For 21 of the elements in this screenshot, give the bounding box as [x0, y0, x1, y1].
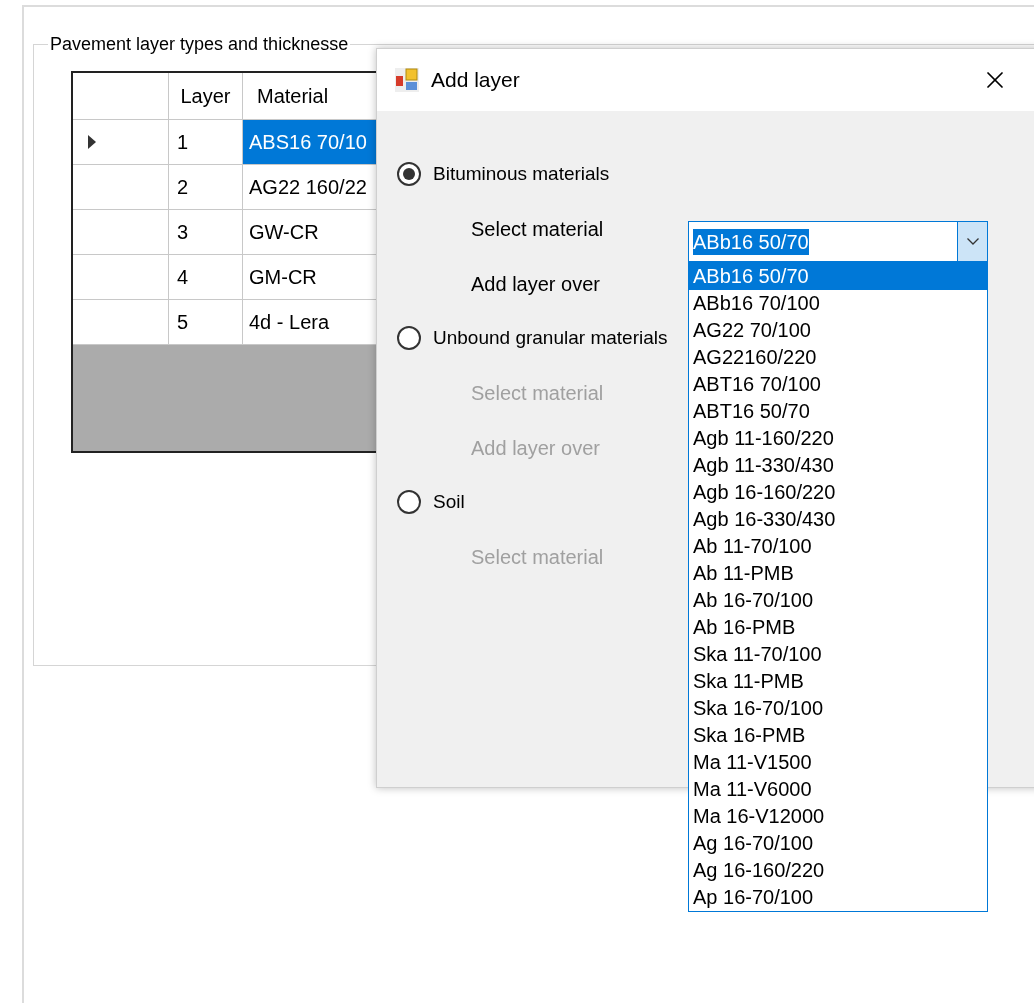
window-title: Add layer — [431, 67, 520, 94]
field-label: Select material — [471, 545, 604, 570]
field-label: Add layer over — [471, 436, 600, 461]
field-label: Select material — [471, 381, 604, 406]
chevron-down-icon — [966, 238, 979, 245]
combo-value: ABb16 50/70 — [693, 228, 809, 255]
dropdown-item[interactable]: ABb16 50/70 — [689, 263, 987, 290]
dropdown-button[interactable] — [957, 222, 987, 261]
radio-label[interactable]: Bituminous materials — [433, 159, 610, 189]
column-header[interactable]: Material — [243, 73, 377, 119]
field-label: Add layer over — [471, 272, 600, 297]
radio-label[interactable]: Unbound granular materials — [433, 323, 668, 353]
field-label: Select material — [471, 217, 604, 242]
app-icon — [395, 68, 419, 92]
radio-label[interactable]: Soil — [433, 487, 465, 517]
column-header[interactable]: Layer — [169, 73, 243, 119]
radio-button[interactable] — [397, 162, 421, 186]
radio-button[interactable] — [397, 490, 421, 514]
table-cell: ABS16 70/10 — [243, 120, 377, 164]
material-combo[interactable]: ABb16 50/70 — [688, 221, 988, 262]
radio-button[interactable] — [397, 326, 421, 350]
